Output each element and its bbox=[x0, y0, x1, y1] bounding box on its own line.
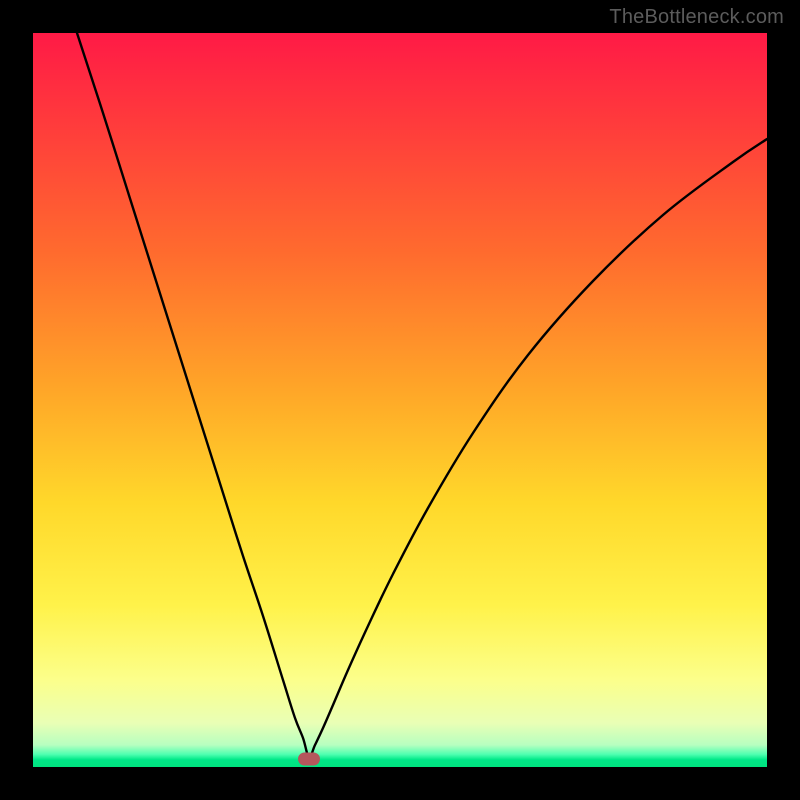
watermark-text: TheBottleneck.com bbox=[609, 6, 784, 29]
chart-frame: TheBottleneck.com bbox=[0, 0, 800, 800]
curve-path bbox=[77, 33, 767, 757]
minimum-marker bbox=[298, 753, 320, 766]
bottleneck-curve bbox=[33, 33, 767, 767]
plot-area bbox=[33, 33, 767, 767]
